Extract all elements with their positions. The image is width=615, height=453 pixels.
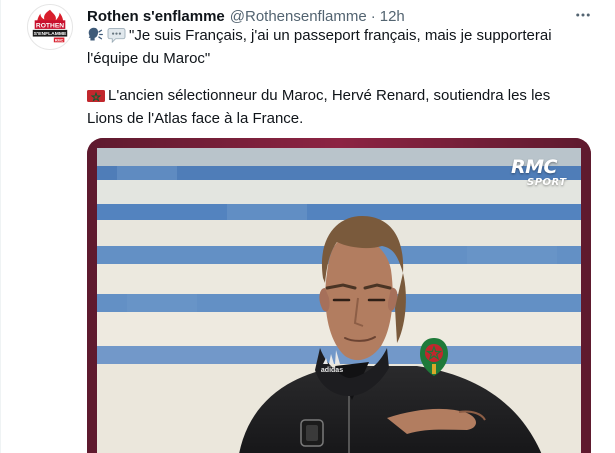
avatar[interactable]: ROTHEN S'ENFLAMME RMC	[27, 4, 73, 50]
rmc-sport-logo-bottom: SPORT	[527, 177, 567, 188]
body-text: L'ancien sélectionneur du Maroc, Hervé R…	[87, 87, 551, 127]
quote-text: "Je suis Français, j'ai un passeport fra…	[87, 27, 552, 67]
tweet[interactable]: ROTHEN S'ENFLAMME RMC Rothen s'enflamme …	[0, 0, 615, 453]
svg-text:RMC: RMC	[55, 39, 64, 43]
rothen-logo: ROTHEN S'ENFLAMME RMC	[28, 5, 72, 49]
tweet-quote: "Je suis Français, j'ai un passeport fra…	[87, 26, 587, 69]
rmc-sport-logo: RMC SPORT	[511, 158, 581, 198]
more-options-icon	[576, 13, 590, 17]
svg-text:ROTHEN: ROTHEN	[36, 22, 64, 29]
tweet-media-image[interactable]: adidas RMC SPORT	[87, 138, 591, 453]
tweet-header: Rothen s'enflamme @Rothensenflamme · 12h	[87, 6, 405, 26]
tweet-body: L'ancien sélectionneur du Maroc, Hervé R…	[87, 86, 587, 129]
author-name[interactable]: Rothen s'enflamme	[87, 8, 225, 25]
rmc-sport-logo-top: RMC	[511, 156, 557, 178]
separator: ·	[370, 7, 376, 25]
author-handle[interactable]: @Rothensenflamme	[230, 8, 367, 25]
speech-balloon-icon	[107, 26, 126, 49]
more-options-button[interactable]	[571, 4, 595, 26]
morocco-flag-icon	[87, 89, 105, 109]
svg-text:adidas: adidas	[321, 367, 343, 374]
svg-text:S'ENFLAMME: S'ENFLAMME	[34, 31, 67, 37]
speaking-head-icon	[87, 26, 104, 49]
timestamp[interactable]: 12h	[380, 8, 405, 25]
